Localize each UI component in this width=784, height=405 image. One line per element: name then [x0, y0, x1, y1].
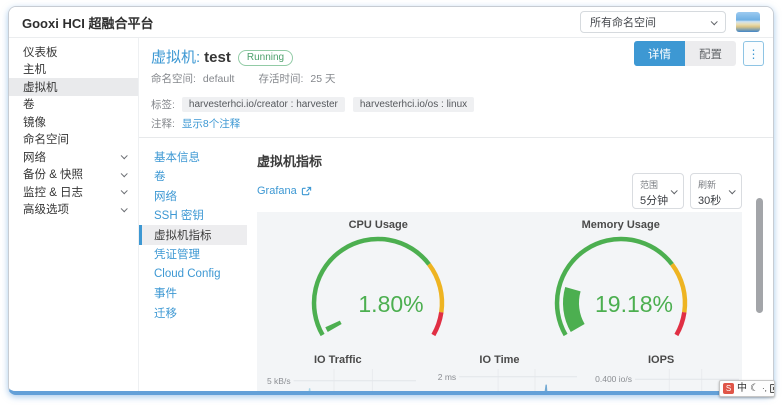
detail-tab-nav: 基本信息 卷 网络 SSH 密钥 虚拟机指标 凭证管理 Cloud Config… [139, 145, 247, 391]
tab-networks[interactable]: 网络 [139, 186, 247, 206]
vm-header: 虚拟机:test Running 命名空间:default 存活时间:25 天 详… [139, 38, 773, 86]
memory-usage-gauge: Memory Usage 19.18% [500, 219, 743, 350]
sidebar-item-networks[interactable]: 网络 [9, 148, 138, 166]
avatar[interactable] [736, 12, 760, 32]
grafana-link[interactable]: Grafana [257, 185, 312, 197]
tab-volumes[interactable]: 卷 [139, 167, 247, 187]
external-link-icon [301, 186, 312, 197]
ime-toolbar: S 中 ☾ ·, [719, 380, 775, 397]
sidebar-item-advanced[interactable]: 高级选项 [9, 201, 138, 219]
sidebar-item-images[interactable]: 镜像 [9, 113, 138, 131]
namespace-filter-value: 所有命名空间 [590, 14, 656, 30]
chart-title: IO Time [419, 354, 581, 366]
chart-title: CPU Usage [257, 219, 500, 231]
tab-content: 虚拟机指标 Grafana 范围 5分钟 [247, 145, 773, 391]
range-select[interactable]: 范围 5分钟 [632, 173, 684, 209]
vm-name: test [204, 49, 231, 66]
area-chart: 0.400 io/s0.300 io/s0.200 io/s [580, 369, 742, 391]
chevron-down-icon [121, 153, 128, 160]
io-traffic-chart: IO Traffic 5 kB/s4 kB/s3 kB/s [257, 354, 419, 391]
app-window: Gooxi HCI 超融合平台 所有命名空间 仪表板 主机 虚拟机 卷 镜像 命… [8, 6, 774, 395]
tab-credentials[interactable]: 凭证管理 [139, 245, 247, 265]
area-chart: 5 kB/s4 kB/s3 kB/s [257, 369, 419, 391]
tab-vm-metrics[interactable]: 虚拟机指标 [139, 225, 247, 245]
age-info: 存活时间:25 天 [258, 71, 335, 86]
chevron-down-icon [121, 205, 128, 212]
svg-text:2 ms: 2 ms [438, 372, 456, 382]
tab-basic-info[interactable]: 基本信息 [139, 147, 247, 167]
svg-text:1.80%: 1.80% [359, 291, 424, 317]
svg-text:5 kB/s: 5 kB/s [267, 376, 291, 386]
svg-text:19.18%: 19.18% [595, 291, 673, 317]
namespace-value: default [203, 73, 235, 85]
details-button[interactable]: 详情 [634, 41, 685, 66]
chart-title: IO Traffic [257, 354, 419, 366]
ime-logo-icon[interactable]: S [723, 383, 734, 394]
kebab-menu-button[interactable]: ⋮ [743, 41, 764, 66]
chevron-down-icon [121, 170, 128, 177]
namespace-info: 命名空间:default [151, 71, 234, 86]
tab-migration[interactable]: 迁移 [139, 303, 247, 323]
ime-punctuation-icon[interactable]: ·, [762, 381, 767, 396]
age-value: 25 天 [310, 73, 335, 85]
tab-cloud-config[interactable]: Cloud Config [139, 264, 247, 284]
svg-text:0.400 io/s: 0.400 io/s [595, 374, 632, 384]
label-chip: harvesterhci.io/os : linux [353, 97, 474, 112]
sidebar: 仪表板 主机 虚拟机 卷 镜像 命名空间 网络 备份 & 快照 监控 & 日志 … [9, 38, 139, 391]
ime-keyboard-icon[interactable] [770, 384, 775, 393]
metrics-panel-title: 虚拟机指标 [257, 151, 773, 170]
top-bar: Gooxi HCI 超融合平台 所有命名空间 [9, 7, 773, 38]
sidebar-item-backup-snapshot[interactable]: 备份 & 快照 [9, 166, 138, 184]
sidebar-item-volumes[interactable]: 卷 [9, 96, 138, 114]
sidebar-item-virtual-machines[interactable]: 虚拟机 [9, 78, 138, 96]
sidebar-item-monitoring-logs[interactable]: 监控 & 日志 [9, 183, 138, 201]
gauge-chart: 1.80% [257, 231, 500, 350]
range-value: 5分钟 [640, 192, 677, 208]
vm-actions: 详情 配置 ⋮ [634, 41, 764, 66]
sidebar-item-dashboard[interactable]: 仪表板 [9, 43, 138, 61]
io-time-chart: IO Time 2 ms1.50 ms1 ms [419, 354, 581, 391]
chart-title: Memory Usage [500, 219, 743, 231]
config-button[interactable]: 配置 [685, 41, 736, 66]
ime-fullwidth-moon-icon[interactable]: ☾ [750, 381, 759, 396]
sidebar-item-namespaces[interactable]: 命名空间 [9, 131, 138, 149]
main-area: 虚拟机:test Running 命名空间:default 存活时间:25 天 详… [139, 38, 773, 391]
area-chart: 2 ms1.50 ms1 ms [419, 369, 581, 391]
chevron-down-icon [121, 188, 128, 195]
refresh-value: 30秒 [698, 192, 735, 208]
gauge-chart: 19.18% [500, 231, 743, 350]
iops-chart: IOPS 0.400 io/s0.300 io/s0.200 io/s [580, 354, 742, 391]
chart-title: IOPS [580, 354, 742, 366]
sidebar-item-hosts[interactable]: 主机 [9, 61, 138, 79]
cpu-usage-gauge: CPU Usage 1.80% [257, 219, 500, 350]
chevron-down-icon [711, 18, 718, 25]
metrics-dashboard: CPU Usage 1.80% Memory Usage 19.18% IO T… [257, 212, 742, 391]
show-annotations-link[interactable]: 显示8个注释 [182, 116, 240, 131]
labels-label: 标签: [151, 97, 175, 112]
vm-type-link[interactable]: 虚拟机: [151, 49, 200, 66]
annotations-label: 注释: [151, 116, 175, 131]
vertical-scrollbar[interactable] [756, 198, 763, 313]
status-badge: Running [238, 50, 293, 66]
namespace-filter-select[interactable]: 所有命名空间 [580, 11, 726, 33]
brand-title: Gooxi HCI 超融合平台 [22, 13, 153, 32]
label-chip: harvesterhci.io/creator : harvester [182, 97, 345, 112]
vm-meta: 标签: harvesterhci.io/creator : harvester … [139, 86, 773, 137]
ime-chinese-mode-icon[interactable]: 中 [737, 381, 747, 396]
kebab-icon: ⋮ [748, 47, 760, 61]
tab-ssh-keys[interactable]: SSH 密钥 [139, 206, 247, 226]
refresh-select[interactable]: 刷新 30秒 [690, 173, 742, 209]
tab-events[interactable]: 事件 [139, 284, 247, 304]
